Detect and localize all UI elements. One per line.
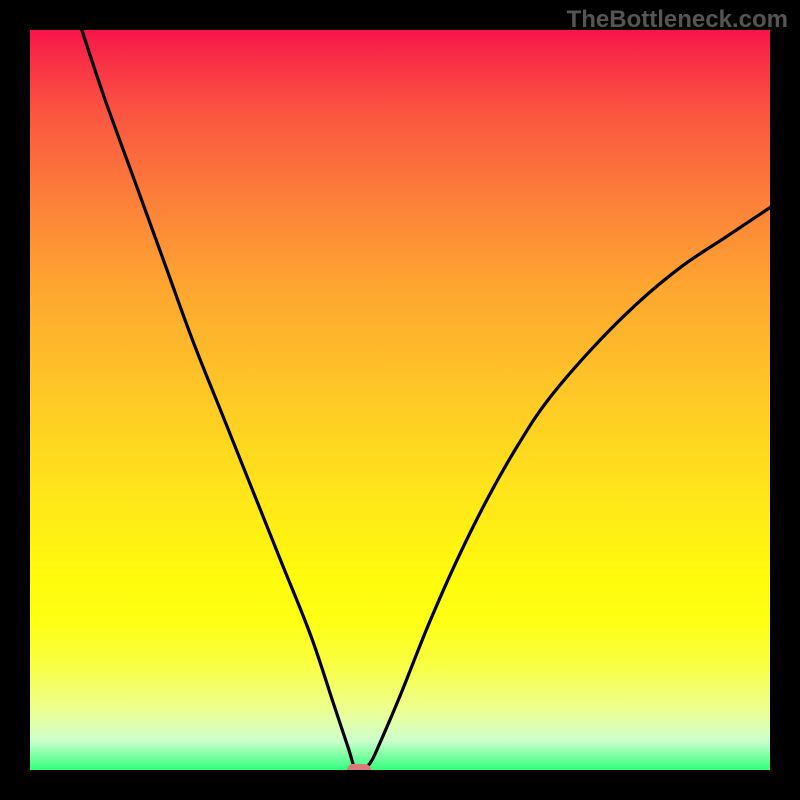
curve-path <box>82 30 770 770</box>
chart-frame: TheBottleneck.com <box>0 0 800 800</box>
plot-area <box>30 30 770 770</box>
bottleneck-curve <box>30 30 770 770</box>
watermark-text: TheBottleneck.com <box>567 6 788 34</box>
optimum-marker <box>347 764 371 770</box>
